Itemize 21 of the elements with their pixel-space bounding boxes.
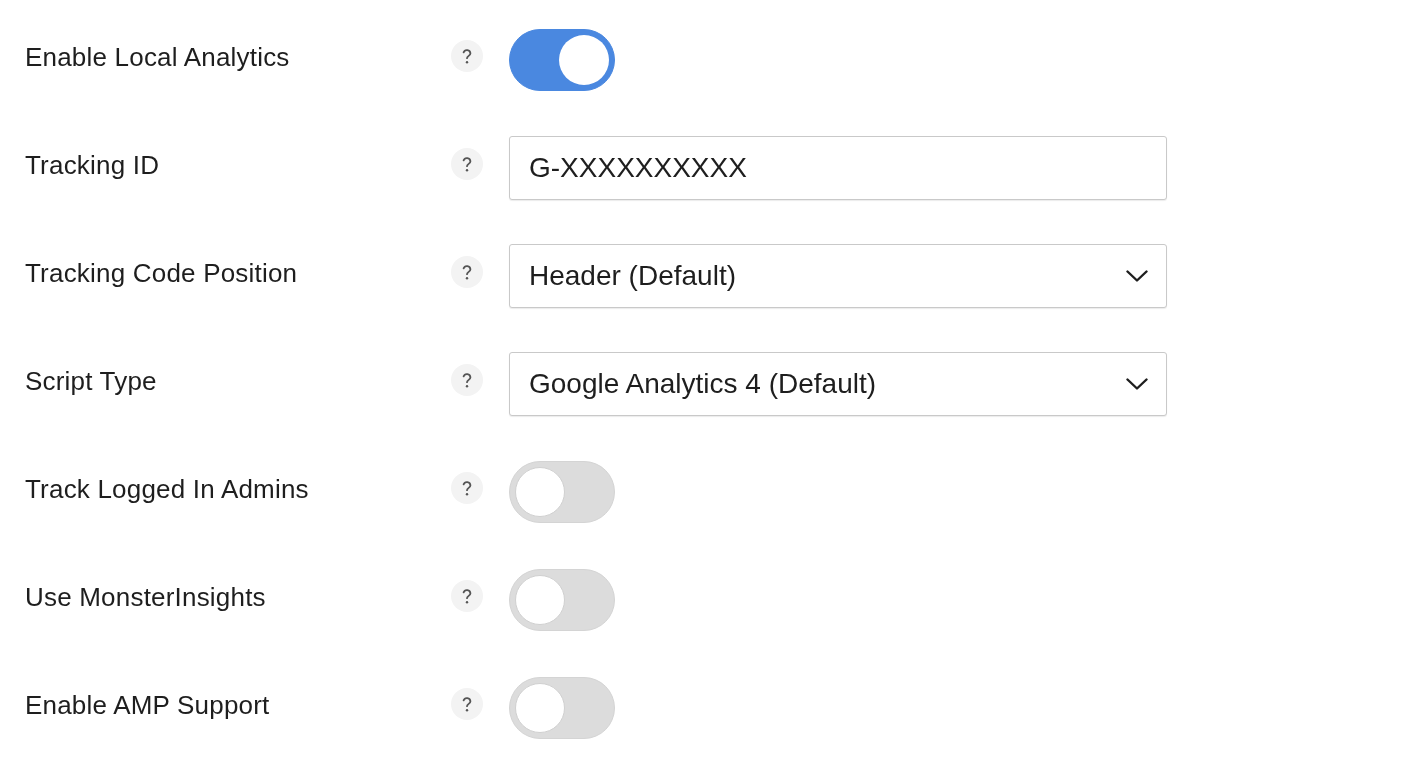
chevron-down-icon — [1126, 378, 1148, 390]
help-icon[interactable] — [451, 580, 483, 612]
select-dropdown[interactable]: Google Analytics 4 (Default) — [509, 352, 1167, 416]
help-icon[interactable] — [451, 364, 483, 396]
setting-label: Enable Local Analytics — [25, 41, 291, 73]
setting-label: Enable AMP Support — [25, 689, 271, 721]
help-icon[interactable] — [451, 148, 483, 180]
text-input-field[interactable]: G-XXXXXXXXXX — [509, 136, 1167, 200]
setting-label: Track Logged In Admins — [25, 473, 310, 505]
selected-option: Header (Default) — [529, 259, 736, 293]
selected-option: Google Analytics 4 (Default) — [529, 367, 877, 401]
select-dropdown[interactable]: Header (Default) — [509, 244, 1167, 308]
setting-label: Use MonsterInsights — [25, 581, 267, 613]
setting-label: Script Type — [25, 365, 158, 397]
help-icon[interactable] — [451, 40, 483, 72]
help-icon[interactable] — [451, 256, 483, 288]
help-icon[interactable] — [451, 688, 483, 720]
chevron-down-icon — [1126, 270, 1148, 282]
help-icon[interactable] — [451, 472, 483, 504]
setting-label: Tracking ID — [25, 149, 161, 181]
setting-label: Tracking Code Position — [25, 257, 299, 289]
